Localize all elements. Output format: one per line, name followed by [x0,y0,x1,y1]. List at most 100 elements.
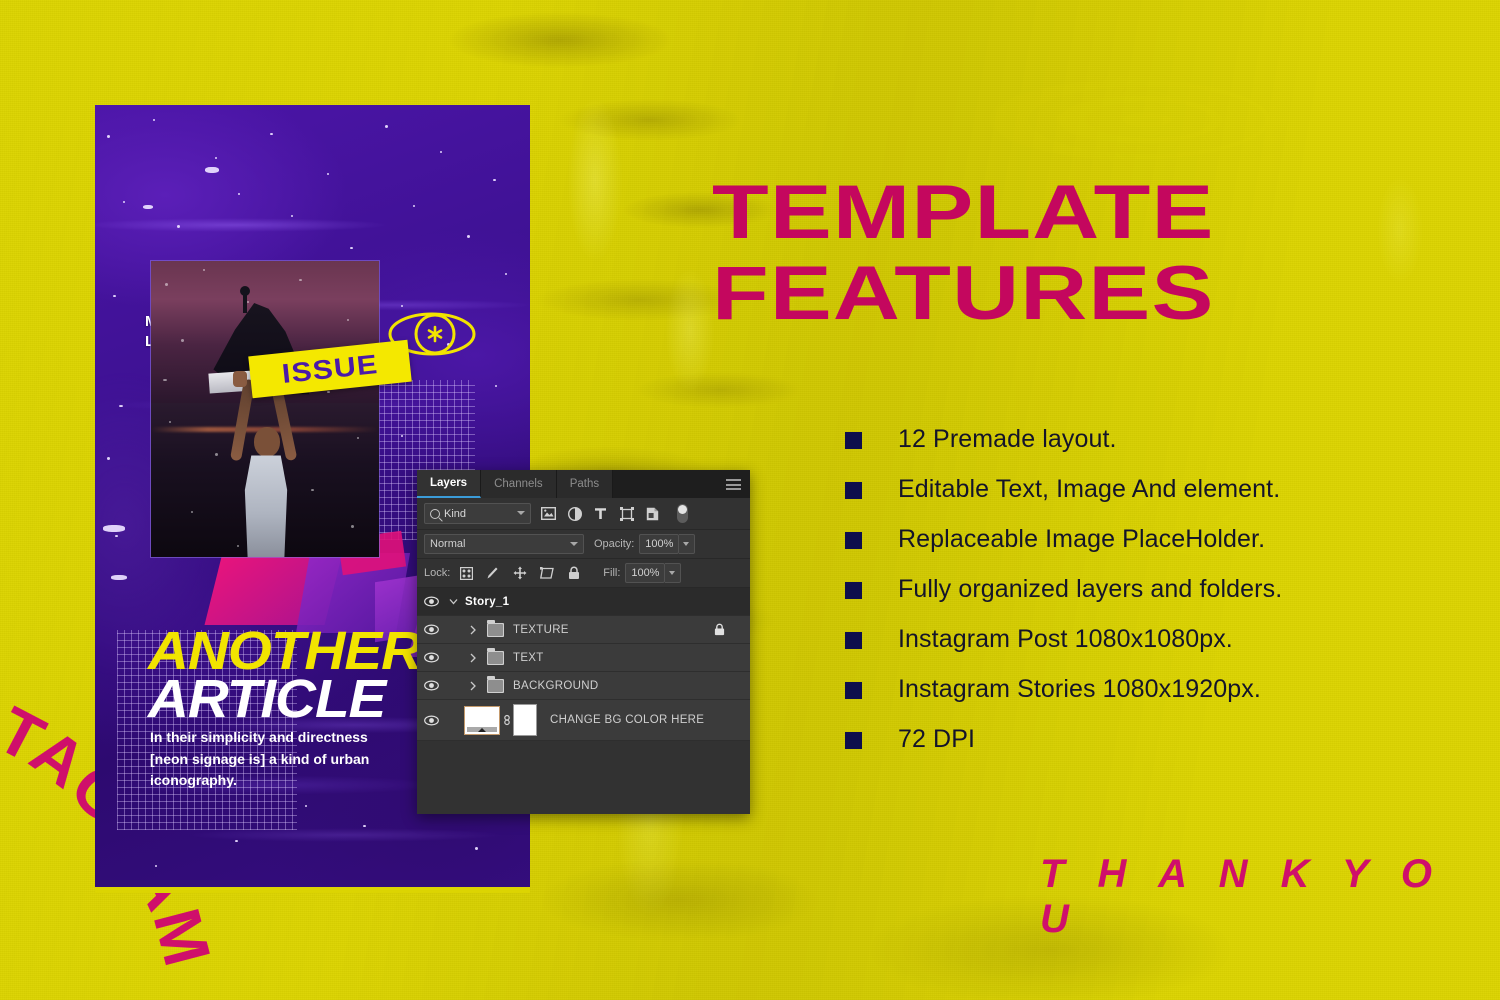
type-layer-filter-icon[interactable] [593,506,608,521]
chevron-down-icon[interactable] [445,597,461,606]
tab-channels-label: Channels [494,478,543,490]
layer-visibility-eye-icon[interactable] [417,652,445,663]
filter-enable-toggle[interactable] [677,504,688,523]
layer-visibility-eye-icon[interactable] [417,680,445,691]
filter-type-icons [541,504,688,523]
table-row[interactable]: TEXTURE [417,616,750,644]
folder-icon [487,675,504,693]
tab-paths[interactable]: Paths [556,470,614,498]
opacity-value: 100% [645,538,674,550]
smart-object-filter-icon[interactable] [645,506,660,521]
lock-label: Lock: [424,567,451,579]
shape-layer-filter-icon[interactable] [619,506,634,521]
layer-list-empty-area [417,741,750,813]
blend-mode-value: Normal [430,538,466,550]
layer-name: CHANGE BG COLOR HERE [550,714,705,726]
fill-value: 100% [631,567,660,579]
feature-label: 72 DPI [898,725,976,753]
table-row[interactable]: BACKGROUND [417,672,750,700]
page-title: TEMPLATE FEATURES [712,175,1352,331]
layer-locked-icon[interactable] [714,623,725,639]
chevron-right-icon[interactable] [465,625,481,635]
table-row[interactable]: TEXT [417,644,750,672]
poster-photo-placeholder [150,260,380,558]
lock-position-icon[interactable] [513,566,527,580]
person-torso [244,455,288,557]
square-bullet-icon [845,482,862,499]
blend-mode-dropdown[interactable]: Normal [424,534,584,554]
gradient-fill-thumbnail[interactable] [464,705,500,735]
panel-tab-bar: Layers Channels Paths [417,470,750,498]
folder-icon [487,647,504,665]
list-item: Instagram Stories 1080x1920px. [845,675,1445,705]
page-title-line-2: FEATURES [712,250,1215,336]
pixel-layer-filter-icon[interactable] [541,506,556,521]
layer-visibility-eye-icon[interactable] [417,596,445,607]
square-bullet-icon [845,582,862,599]
fill-label: Fill: [603,567,621,579]
table-row[interactable]: Story_1 [417,588,750,616]
thank-you-text: T H A N K Y O U [1040,852,1444,941]
feature-label: 12 Premade layout. [898,425,1117,453]
feature-label: Replaceable Image PlaceHolder. [898,525,1266,553]
tab-layers[interactable]: Layers [417,470,482,498]
fill-input[interactable]: 100% [625,563,666,583]
chevron-down-icon [517,511,525,515]
layer-visibility-eye-icon[interactable] [417,624,445,635]
screenshot-canvas: TEMPLATE FEATURES 12 Premade layout. Edi… [0,0,1500,1000]
layer-thumbnails [464,704,537,736]
link-mask-icon[interactable] [500,713,513,727]
square-bullet-icon [845,632,862,649]
list-item: Editable Text, Image And element. [845,475,1445,505]
layer-filter-row: Kind [417,498,750,530]
table-row[interactable]: CHANGE BG COLOR HERE [417,700,750,741]
list-item: 72 DPI [845,725,1445,755]
blend-mode-row: Normal Opacity: 100% [417,530,750,559]
square-bullet-icon [845,532,862,549]
folder-icon [487,619,504,637]
feature-list: 12 Premade layout. Editable Text, Image … [845,425,1445,775]
page-title-line-1: TEMPLATE [712,170,1215,255]
layer-list: Story_1 TEXTURE TEXT BACKGROUND CHANGE B… [417,588,750,813]
list-item: Instagram Post 1080x1080px. [845,625,1445,655]
chevron-down-icon [570,542,578,546]
lock-all-icon[interactable] [567,566,581,580]
filter-kind-dropdown[interactable]: Kind [424,503,531,524]
filter-kind-label: Kind [444,507,467,520]
layer-mask-thumbnail[interactable] [513,704,537,736]
feature-label: Instagram Post 1080x1080px. [898,625,1233,653]
fill-stepper-chevron-down-icon[interactable] [665,563,682,583]
square-bullet-icon [845,732,862,749]
list-item: Replaceable Image PlaceHolder. [845,525,1445,555]
layer-name: Story_1 [465,595,510,608]
person-head [254,427,280,457]
lock-artboard-nesting-icon[interactable] [540,566,555,580]
flag-pole [243,291,247,313]
person-left-hand [233,371,247,387]
lock-icon-group [459,566,581,580]
layer-name: TEXT [513,651,544,664]
lock-transparent-pixels-icon[interactable] [459,566,473,580]
poster-body-copy: In their simplicity and directness [neon… [150,729,370,789]
chevron-right-icon[interactable] [465,653,481,663]
poster-bottom-strip [95,887,530,893]
poster-title-line-2: ARTICLE [148,669,386,729]
layer-name: BACKGROUND [513,679,599,692]
tab-layers-label: Layers [430,477,468,489]
chevron-right-icon[interactable] [465,681,481,691]
feature-label: Editable Text, Image And element. [898,475,1281,503]
photoshop-layers-panel: Layers Channels Paths Kind Normal Opacit… [417,470,750,814]
opacity-input[interactable]: 100% [639,534,680,554]
lock-image-pixels-icon[interactable] [486,566,500,580]
list-item: Fully organized layers and folders. [845,575,1445,605]
feature-label: Instagram Stories 1080x1920px. [898,675,1261,703]
tab-channels[interactable]: Channels [481,470,557,498]
search-icon [430,508,440,519]
layer-visibility-eye-icon[interactable] [417,714,445,726]
hamburger-menu-icon[interactable] [726,479,741,490]
square-bullet-icon [845,682,862,699]
adjustment-layer-filter-icon[interactable] [567,506,582,521]
opacity-label: Opacity: [594,538,635,550]
opacity-stepper-chevron-down-icon[interactable] [679,534,696,554]
list-item: 12 Premade layout. [845,425,1445,455]
